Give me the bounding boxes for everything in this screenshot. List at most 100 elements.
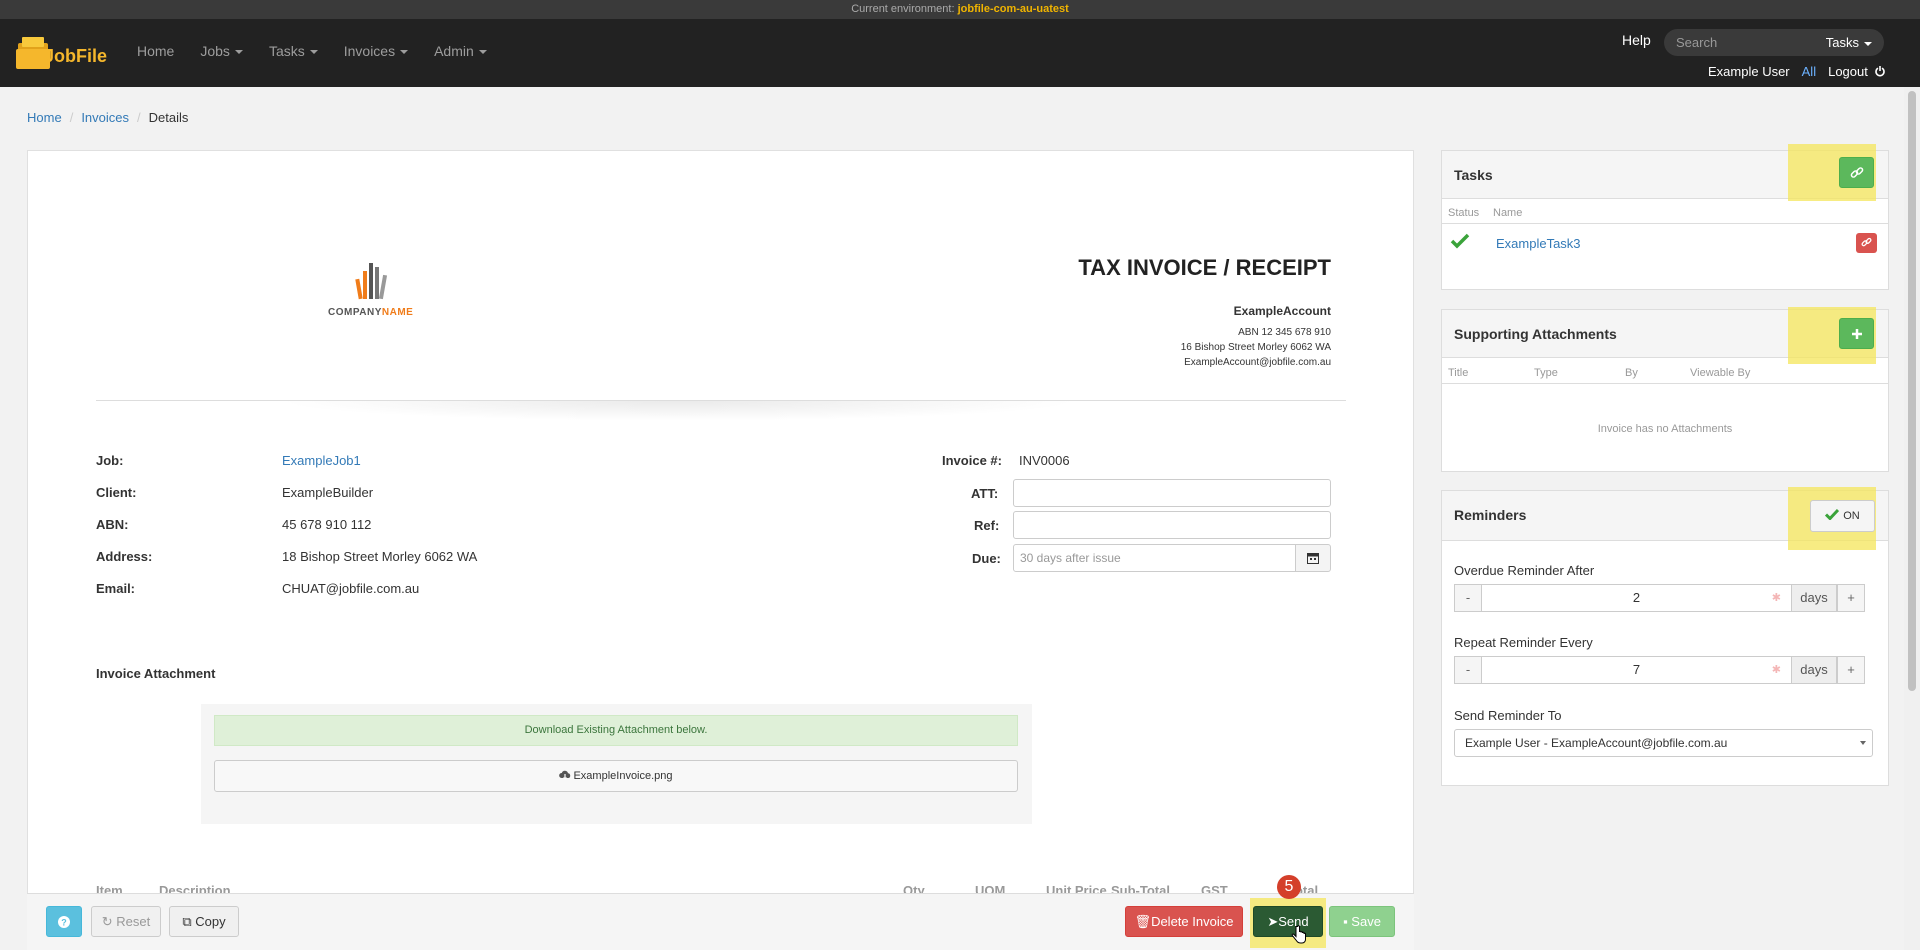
reset-button[interactable]: ↻ Reset — [91, 906, 161, 937]
unlink-icon — [1861, 237, 1872, 247]
email-label: Email: — [96, 581, 136, 596]
refresh-icon: ↻ — [101, 914, 117, 929]
repeat-reminder-stepper: - 7 ✱ days + — [1454, 656, 1865, 684]
scrollbar-thumb[interactable] — [1908, 91, 1916, 691]
search-input[interactable]: Search Tasks — [1664, 29, 1884, 56]
nav-home[interactable]: Home — [124, 43, 187, 59]
nav-admin[interactable]: Admin — [421, 43, 500, 59]
user-name[interactable]: Example User — [1708, 64, 1790, 79]
task-link[interactable]: ExampleTask3 — [1496, 236, 1581, 251]
calendar-icon — [1307, 553, 1319, 564]
address-label: Address: — [96, 549, 153, 564]
chevron-down-icon — [400, 50, 409, 55]
required-icon: ✱ — [1771, 592, 1781, 604]
overdue-reminder-stepper: - 2 ✱ days + — [1454, 584, 1865, 612]
save-button[interactable]: ▪ Save — [1329, 906, 1395, 937]
user-bar: Example User All Logout — [1708, 64, 1886, 79]
trash-icon: 🗑 — [1134, 914, 1152, 929]
tasks-col-status: Status — [1448, 207, 1480, 219]
att-input[interactable] — [1013, 479, 1331, 507]
overdue-decrement-button[interactable]: - — [1454, 584, 1482, 612]
delete-invoice-button[interactable]: 🗑Delete Invoice — [1125, 906, 1243, 937]
send-reminder-to-label: Send Reminder To — [1454, 708, 1562, 723]
page-scrollbar[interactable] — [1904, 87, 1920, 950]
reminders-toggle[interactable]: ON — [1810, 500, 1875, 532]
chevron-down-icon — [309, 50, 318, 55]
add-attachment-button[interactable] — [1839, 318, 1874, 349]
nav-tasks[interactable]: Tasks — [256, 43, 331, 59]
due-input[interactable]: 30 days after issue — [1013, 544, 1296, 572]
plus-icon — [1852, 329, 1862, 339]
attachments-empty-message: Invoice has no Attachments — [1597, 423, 1733, 435]
attachment-notice: Download Existing Attachment below. — [214, 715, 1018, 746]
attachments-title: Supporting Attachments — [1454, 326, 1617, 342]
ref-input[interactable] — [1013, 511, 1331, 539]
link-task-button[interactable] — [1839, 157, 1874, 188]
overdue-increment-button[interactable]: + — [1837, 584, 1865, 612]
question-icon: ? — [58, 916, 70, 928]
check-icon — [1450, 233, 1470, 249]
search-scope-dropdown[interactable]: Tasks — [1814, 29, 1884, 56]
repeat-unit: days — [1791, 656, 1837, 684]
copy-button[interactable]: ⧉ Copy — [169, 906, 239, 937]
reminders-panel: Reminders ON Overdue Reminder After - 2 ✱… — [1441, 487, 1889, 786]
unlink-task-button[interactable] — [1856, 233, 1877, 253]
breadcrumb-current: Details — [148, 110, 189, 125]
tasks-panel: Tasks Status Name ExampleTask3 — [1441, 144, 1889, 290]
jobfile-logo[interactable]: JobFile — [14, 29, 119, 75]
link-icon — [1850, 167, 1864, 178]
help-button[interactable]: ? — [46, 906, 82, 937]
overdue-reminder-input[interactable]: 2 ✱ — [1482, 584, 1791, 612]
chevron-down-icon — [1860, 741, 1866, 745]
main-nav: Home Jobs Tasks Invoices Admin — [124, 43, 500, 59]
all-link[interactable]: All — [1802, 64, 1816, 79]
send-button[interactable]: ➤Send — [1253, 906, 1323, 937]
attachments-col-viewable-by: Viewable By — [1690, 367, 1751, 379]
ref-label: Ref: — [974, 518, 1000, 533]
repeat-decrement-button[interactable]: - — [1454, 656, 1482, 684]
client-value: ExampleBuilder — [282, 485, 374, 500]
repeat-reminder-label: Repeat Reminder Every — [1454, 635, 1593, 650]
environment-name: jobfile-com-au-uatest — [957, 3, 1069, 15]
action-footer: ? ↻ Reset ⧉ Copy 🗑Delete Invoice ➤Send 5… — [27, 875, 1414, 950]
attachments-col-title: Title — [1448, 367, 1469, 379]
svg-text:?: ? — [61, 918, 67, 928]
check-icon — [1825, 508, 1840, 521]
breadcrumb-invoices[interactable]: Invoices — [81, 110, 129, 125]
nav-invoices[interactable]: Invoices — [331, 43, 421, 59]
chevron-down-icon — [478, 50, 487, 55]
send-reminder-to-select[interactable]: Example User - ExampleAccount@jobfile.co… — [1454, 729, 1873, 757]
attachment-box: Download Existing Attachment below. Exam… — [201, 704, 1032, 824]
att-label: ATT: — [971, 486, 999, 501]
supporting-attachments-panel: Supporting Attachments Title Type By Vie… — [1441, 307, 1889, 472]
breadcrumb: Home / Invoices / Details — [27, 110, 189, 125]
job-link[interactable]: ExampleJob1 — [282, 453, 361, 468]
step-badge: 5 — [1277, 875, 1301, 899]
abn-value: 45 678 910 112 — [282, 517, 372, 532]
address-value: 18 Bishop Street Morley 6062 WA — [282, 549, 478, 564]
reminders-title: Reminders — [1454, 507, 1527, 523]
download-attachment-button[interactable]: ExampleInvoice.png — [214, 760, 1018, 792]
repeat-reminder-input[interactable]: 7 ✱ — [1482, 656, 1791, 684]
overdue-reminder-label: Overdue Reminder After — [1454, 563, 1595, 578]
attachments-col-type: Type — [1534, 367, 1558, 379]
paper-plane-icon: ➤ — [1267, 914, 1279, 929]
client-label: Client: — [96, 485, 137, 500]
due-label: Due: — [972, 551, 1001, 566]
help-link[interactable]: Help — [1622, 32, 1651, 48]
chevron-down-icon — [1864, 41, 1872, 46]
job-label: Job: — [96, 453, 124, 468]
tasks-col-name: Name — [1493, 207, 1523, 219]
abn-label: ABN: — [96, 517, 129, 532]
nav-jobs[interactable]: Jobs — [187, 43, 256, 59]
logout-link[interactable]: Logout — [1828, 64, 1886, 79]
required-icon: ✱ — [1771, 664, 1781, 676]
chevron-down-icon — [234, 50, 243, 55]
breadcrumb-home[interactable]: Home — [27, 110, 62, 125]
due-date-picker-button[interactable] — [1295, 544, 1331, 572]
cloud-download-icon — [559, 770, 571, 780]
overdue-unit: days — [1791, 584, 1837, 612]
repeat-increment-button[interactable]: + — [1837, 656, 1865, 684]
tasks-title: Tasks — [1454, 167, 1493, 183]
attachments-col-by: By — [1625, 367, 1638, 379]
